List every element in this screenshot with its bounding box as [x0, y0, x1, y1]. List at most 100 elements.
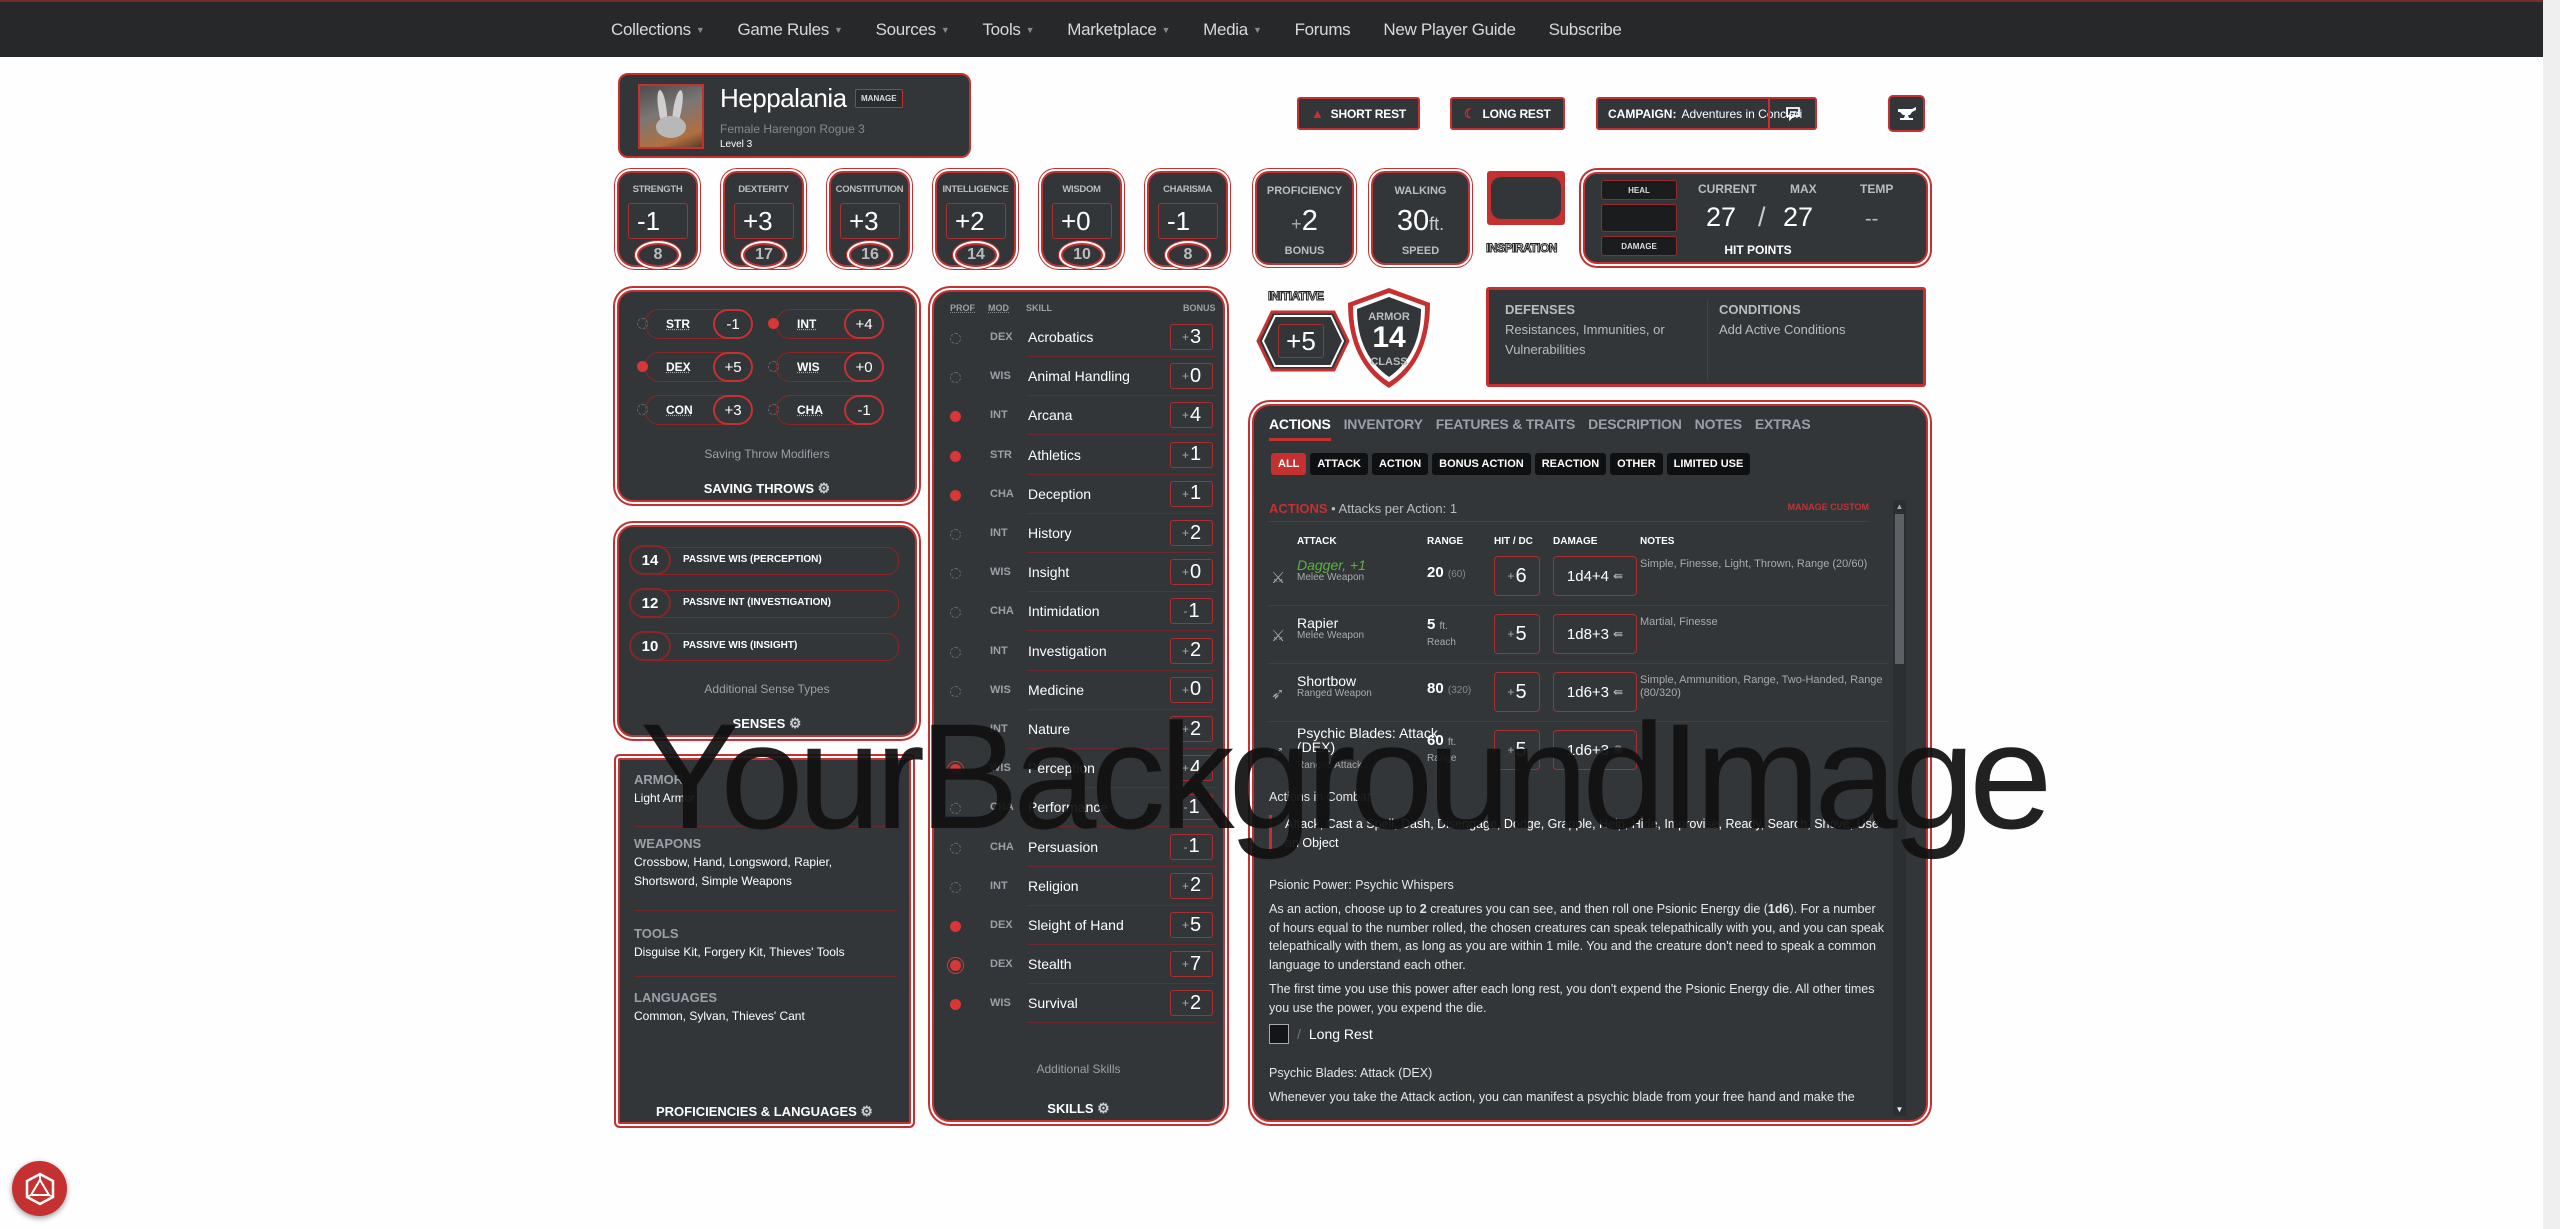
ability-modifier[interactable]: +3: [734, 203, 794, 239]
defenses-section[interactable]: DEFENSES Resistances, Immunities, or Vul…: [1505, 302, 1695, 360]
skill-bonus[interactable]: +2: [1170, 716, 1213, 742]
tab-extras[interactable]: EXTRAS: [1755, 416, 1811, 441]
ability-modifier[interactable]: -1: [1158, 203, 1218, 239]
saving-throws-title[interactable]: SAVING THROWS ⚙: [619, 480, 915, 497]
nav-item-collections[interactable]: Collections ▼: [611, 20, 705, 40]
senses-title[interactable]: SENSES ⚙: [619, 715, 915, 732]
ability-modifier[interactable]: -1: [628, 203, 688, 239]
damage-button[interactable]: DAMAGE: [1601, 236, 1677, 256]
attack-row[interactable]: ➶ Psychic Blades: Attack (DEX) Ranged Atta…: [1269, 722, 1889, 780]
attack-damage[interactable]: 1d4+4 ⇚: [1553, 556, 1637, 596]
filter-reaction[interactable]: REACTION: [1534, 453, 1607, 475]
saving-throw-modifier[interactable]: +5: [713, 352, 753, 382]
actions-scrollbar[interactable]: ▲ ▼: [1893, 500, 1906, 1116]
nav-item-game-rules[interactable]: Game Rules ▼: [737, 20, 842, 40]
nav-item-new-player-guide[interactable]: New Player Guide: [1383, 20, 1516, 40]
attack-name[interactable]: Rapier: [1297, 616, 1447, 630]
saving-throw-cha[interactable]: CHA -1: [764, 395, 892, 425]
attack-to-hit[interactable]: +5: [1494, 672, 1540, 712]
skill-row-deception[interactable]: CHA Deception +1: [934, 476, 1217, 515]
skill-bonus[interactable]: +0: [1170, 363, 1213, 390]
skill-bonus[interactable]: +1: [1170, 480, 1213, 507]
nav-item-subscribe[interactable]: Subscribe: [1549, 20, 1622, 40]
skill-bonus[interactable]: +4: [1170, 755, 1213, 782]
attack-to-hit[interactable]: +6: [1494, 556, 1540, 596]
skill-row-performance[interactable]: CHA Performance -1: [934, 789, 1217, 828]
anvil-icon[interactable]: [1888, 95, 1925, 132]
skills-title[interactable]: SKILLS ⚙: [934, 1100, 1223, 1117]
gear-icon[interactable]: ⚙: [818, 480, 831, 496]
nav-item-forums[interactable]: Forums: [1295, 20, 1351, 40]
filter-action[interactable]: ACTION: [1371, 453, 1429, 475]
skill-row-medicine[interactable]: WIS Medicine +0: [934, 672, 1217, 711]
saving-throw-modifiers-note[interactable]: Saving Throw Modifiers: [619, 447, 915, 461]
gear-icon[interactable]: ⚙: [789, 715, 802, 731]
skill-row-athletics[interactable]: STR Athletics +1: [934, 437, 1217, 476]
hp-adjust-input[interactable]: [1601, 204, 1677, 232]
page-scrollbar[interactable]: [2543, 0, 2560, 1229]
skill-row-sleight-of-hand[interactable]: DEX Sleight of Hand +5: [934, 907, 1217, 946]
additional-senses-note[interactable]: Additional Sense Types: [619, 682, 915, 696]
chat-icon[interactable]: [1768, 99, 1815, 128]
gear-icon[interactable]: ⚙: [860, 1103, 873, 1119]
skill-bonus[interactable]: +2: [1170, 990, 1213, 1017]
filter-bonus-action[interactable]: BONUS ACTION: [1432, 453, 1531, 475]
skill-row-insight[interactable]: WIS Insight +0: [934, 554, 1217, 593]
scroll-down-arrow[interactable]: ▼: [1893, 1105, 1906, 1114]
ability-modifier[interactable]: +3: [840, 203, 900, 239]
character-avatar[interactable]: [638, 84, 704, 149]
saving-throw-str[interactable]: STR -1: [633, 309, 761, 339]
skill-bonus[interactable]: -1: [1170, 833, 1213, 860]
attack-name[interactable]: Dagger, +1: [1297, 558, 1447, 572]
long-rest-button[interactable]: ☾ LONG REST: [1450, 97, 1565, 130]
nav-item-media[interactable]: Media ▼: [1203, 20, 1262, 40]
ability-modifier[interactable]: +2: [946, 203, 1006, 239]
attack-row[interactable]: ⚔ Rapier Melee Weapon 5 ft. Reach +5 1d8+3 ⇚ Mar…: [1269, 606, 1889, 664]
attack-damage[interactable]: 1d6+3 ⇚: [1553, 672, 1637, 712]
manage-character-button[interactable]: MANAGE: [855, 89, 903, 108]
hp-current-value[interactable]: 27: [1706, 202, 1736, 233]
attack-name[interactable]: Shortbow: [1297, 674, 1447, 688]
nav-item-sources[interactable]: Sources ▼: [876, 20, 950, 40]
saving-throw-modifier[interactable]: +3: [713, 395, 753, 425]
tab-notes[interactable]: NOTES: [1695, 416, 1742, 441]
skill-row-animal-handling[interactable]: WIS Animal Handling +0: [934, 358, 1217, 397]
attack-damage[interactable]: 1d6+3 ✺: [1553, 730, 1637, 770]
skill-row-investigation[interactable]: INT Investigation +2: [934, 633, 1217, 672]
attack-row[interactable]: ➶ Shortbow Ranged Weapon 80 (320) +5 1d6+3 ⇚ Si…: [1269, 664, 1889, 722]
tab-actions[interactable]: ACTIONS: [1269, 416, 1331, 441]
saving-throw-modifier[interactable]: +0: [844, 352, 884, 382]
proficiencies-title[interactable]: PROFICIENCIES & LANGUAGES ⚙: [620, 1103, 909, 1120]
short-rest-button[interactable]: ▲ SHORT REST: [1297, 97, 1421, 130]
saving-throw-modifier[interactable]: +4: [844, 309, 884, 339]
skill-bonus[interactable]: +2: [1170, 637, 1213, 664]
skill-row-religion[interactable]: INT Religion +2: [934, 868, 1217, 907]
scroll-thumb[interactable]: [1895, 514, 1904, 664]
inspiration-toggle[interactable]: [1487, 171, 1565, 225]
ability-charisma[interactable]: CHARISMA -1 8: [1147, 171, 1228, 267]
ability-constitution[interactable]: CONSTITUTION +3 16: [829, 171, 910, 267]
skill-row-acrobatics[interactable]: DEX Acrobatics +3: [934, 319, 1217, 358]
skill-bonus[interactable]: +5: [1170, 912, 1213, 938]
skill-row-history[interactable]: INT History +2: [934, 515, 1217, 554]
skill-bonus[interactable]: +0: [1170, 676, 1213, 703]
saving-throw-modifier[interactable]: -1: [844, 395, 884, 425]
filter-all[interactable]: ALL: [1271, 453, 1307, 475]
skill-row-persuasion[interactable]: CHA Persuasion -1: [934, 829, 1217, 868]
attack-name[interactable]: Psychic Blades: Attack (DEX): [1297, 726, 1447, 754]
filter-limited-use[interactable]: LIMITED USE: [1666, 453, 1751, 475]
tab-features-traits[interactable]: FEATURES & TRAITS: [1436, 416, 1576, 441]
skill-bonus[interactable]: +2: [1170, 520, 1213, 546]
filter-attack[interactable]: ATTACK: [1310, 453, 1368, 475]
nav-item-marketplace[interactable]: Marketplace ▼: [1067, 20, 1170, 40]
tab-inventory[interactable]: INVENTORY: [1344, 416, 1423, 441]
heal-button[interactable]: HEAL: [1601, 180, 1677, 200]
attack-to-hit[interactable]: +5: [1494, 614, 1540, 654]
skill-row-intimidation[interactable]: CHA Intimidation -1: [934, 593, 1217, 632]
saving-throw-int[interactable]: INT +4: [764, 309, 892, 339]
skill-bonus[interactable]: +0: [1170, 559, 1213, 586]
skill-bonus[interactable]: +7: [1170, 951, 1213, 978]
skill-row-stealth[interactable]: DEX Stealth +7: [934, 946, 1217, 985]
skill-row-arcana[interactable]: INT Arcana +4: [934, 397, 1217, 436]
skill-row-nature[interactable]: INT Nature +2: [934, 711, 1217, 750]
